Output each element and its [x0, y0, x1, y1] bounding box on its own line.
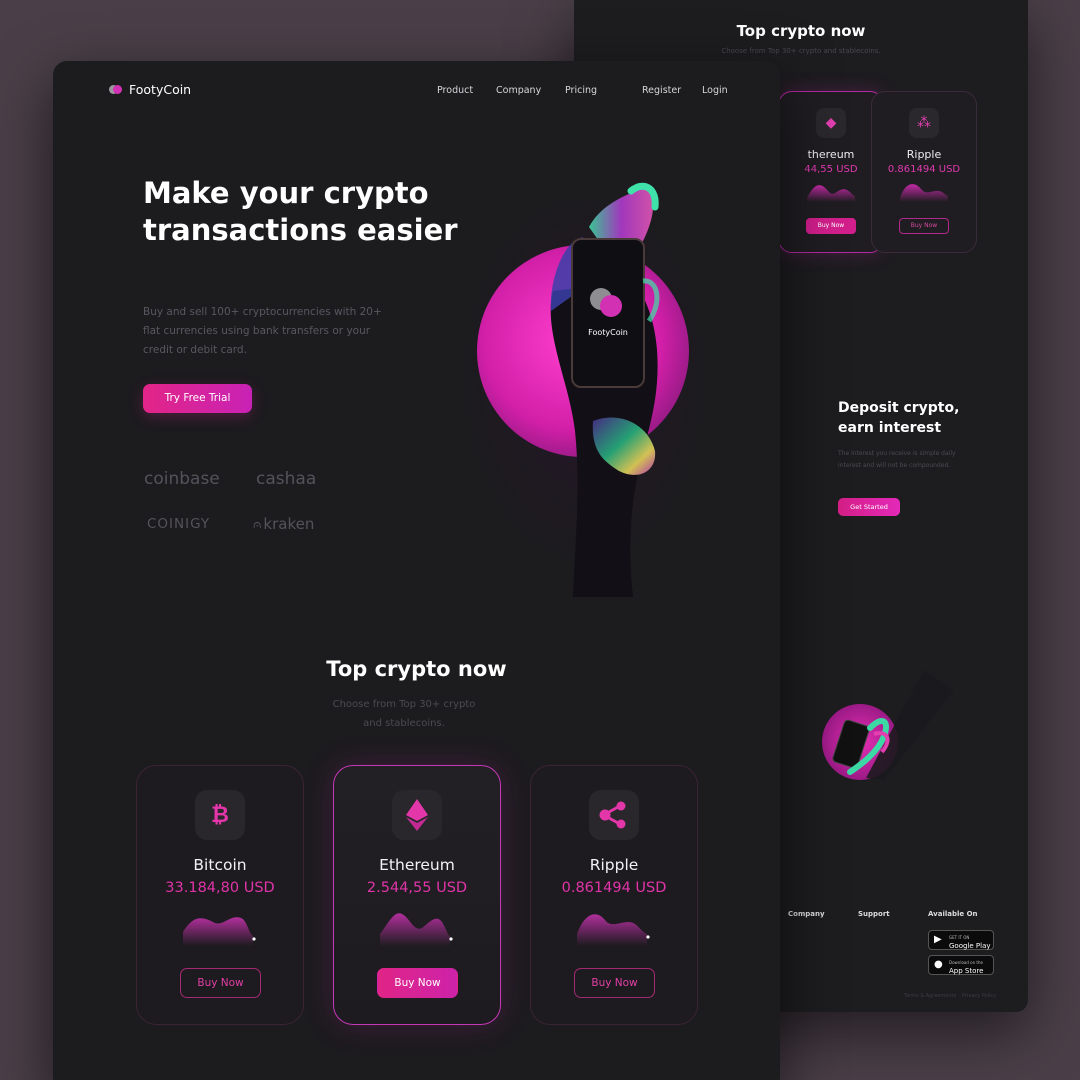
nav-pricing[interactable]: Pricing — [565, 85, 597, 96]
nav-register[interactable]: Register — [642, 85, 681, 96]
buy-now-button[interactable]: Buy Now — [899, 218, 949, 234]
badge-small-text: Download on the — [949, 960, 983, 965]
get-started-button[interactable]: Get Started — [838, 498, 900, 516]
partner-logo-coinigy: COINIGY — [147, 516, 211, 532]
landing-page: FootyCoin Product Company Pricing Regist… — [53, 61, 780, 1080]
badge-big-text: App Store — [949, 967, 984, 975]
back-section-subtitle: Choose from Top 30+ crypto and stablecoi… — [721, 47, 881, 55]
kraken-icon: ⩀ — [253, 516, 262, 531]
crypto-name: Ethereum — [379, 856, 455, 874]
footer-support-heading: Support — [858, 910, 890, 918]
nav-product[interactable]: Product — [437, 85, 473, 96]
partner-logo-cashaa: cashaa — [256, 469, 317, 489]
nav-company[interactable]: Company — [496, 85, 541, 96]
badge-big-text: Google Play — [949, 942, 991, 950]
google-play-icon: ▶ — [934, 934, 942, 945]
price-sparkline — [807, 185, 855, 202]
hand-phone-illustration — [822, 670, 954, 780]
footer-company-heading: Company — [788, 910, 825, 918]
back-card-name: Ripple — [906, 148, 942, 161]
price-sparkline — [900, 184, 948, 202]
buy-now-button[interactable]: Buy Now — [574, 968, 655, 998]
crypto-card-bitcoin[interactable]: ₿ Bitcoin 33.184,80 USD Buy Now — [136, 765, 304, 1025]
brand-logo[interactable]: FootyCoin — [109, 82, 191, 97]
back-card-ethereum[interactable]: ◆ thereum 44,55 USD Buy Now — [778, 91, 884, 253]
hero-title: Make your crypto transactions easier — [143, 176, 458, 247]
price-sparkline — [380, 913, 453, 946]
apple-icon: ● — [934, 959, 943, 970]
brand-name: FootyCoin — [129, 82, 192, 97]
price-sparkline — [183, 917, 256, 946]
crypto-card-ripple[interactable]: Ripple 0.861494 USD Buy Now — [530, 765, 698, 1025]
logo-icon — [109, 84, 123, 95]
crypto-card-ethereum[interactable]: Ethereum 2.544,55 USD Buy Now — [333, 765, 501, 1025]
ripple-icon: ⁂ — [909, 108, 939, 138]
back-card-price: 0.861494 USD — [887, 164, 961, 175]
crypto-name: Bitcoin — [193, 856, 247, 874]
badge-small-text: GET IT ON — [949, 935, 970, 940]
partner-logo-kraken: ⩀ kraken — [253, 515, 314, 533]
ripple-icon — [589, 790, 639, 840]
google-play-badge[interactable]: ▶ GET IT ON Google Play — [928, 930, 994, 950]
nav-login[interactable]: Login — [702, 85, 728, 96]
crypto-price: 33.184,80 USD — [165, 880, 275, 896]
privacy-link[interactable]: Privacy Policy — [962, 993, 996, 999]
partner-name: kraken — [263, 515, 315, 533]
crypto-name: Ripple — [589, 856, 639, 874]
buy-now-button[interactable]: Buy Now — [377, 968, 458, 998]
ethereum-icon — [392, 790, 442, 840]
try-free-trial-button[interactable]: Try Free Trial — [143, 384, 252, 413]
partner-logo-coinbase: coinbase — [144, 469, 220, 489]
top-crypto-title: Top crypto now — [326, 657, 507, 681]
footer-available-heading: Available On — [928, 910, 978, 918]
buy-now-button[interactable]: Buy Now — [180, 968, 261, 998]
app-store-badge[interactable]: ● Download on the App Store — [928, 955, 994, 975]
terms-link[interactable]: Terms & Agreements — [904, 993, 956, 999]
back-card-price: 44,55 USD — [804, 164, 858, 175]
deposit-title: Deposit crypto, earn interest — [838, 400, 960, 436]
crypto-price: 2.544,55 USD — [366, 880, 468, 896]
hero-subtitle: Buy and sell 100+ cryptocurrencies with … — [143, 306, 382, 356]
bitcoin-icon: ₿ — [195, 790, 245, 840]
top-crypto-subtitle: Choose from Top 30+ crypto and stablecoi… — [332, 699, 476, 729]
phone-brand-label: FootyCoin — [588, 328, 628, 337]
deposit-subtitle: The interest you receive is simple daily… — [838, 450, 956, 469]
crypto-price: 0.861494 USD — [561, 880, 667, 896]
buy-now-button[interactable]: Buy Now — [806, 218, 856, 234]
ethereum-icon: ◆ — [816, 108, 846, 138]
hand-phone-illustration: FootyCoin — [443, 161, 727, 597]
back-card-ripple[interactable]: ⁂ Ripple 0.861494 USD Buy Now — [871, 91, 977, 253]
back-section-title: Top crypto now — [736, 22, 866, 40]
back-card-name: thereum — [807, 148, 855, 161]
price-sparkline — [577, 914, 650, 946]
